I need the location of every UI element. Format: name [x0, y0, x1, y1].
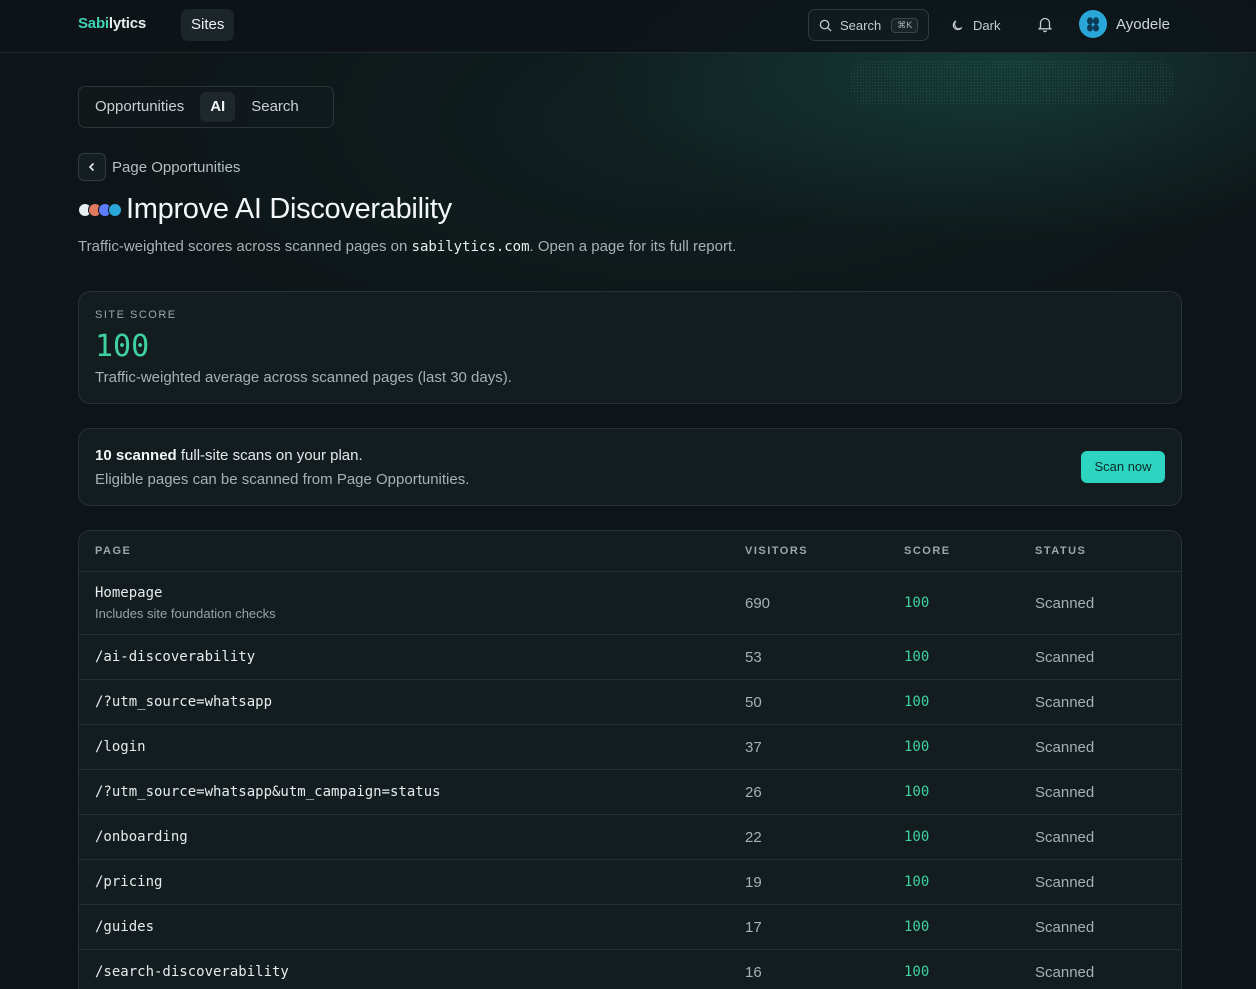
search-shortcut: ⌘K [891, 17, 919, 33]
scan-status: Scanned [1035, 873, 1095, 891]
table-row[interactable]: /search-discoverability 16 100 Scanned [79, 950, 1181, 989]
scan-status: Scanned [1035, 738, 1095, 756]
table-row[interactable]: /login 37 100 Scanned [79, 725, 1181, 770]
page-path: /pricing [95, 873, 163, 890]
tab-ai[interactable]: AI [200, 92, 236, 122]
sites-button[interactable]: Sites [181, 9, 235, 41]
page-subtitle: Traffic-weighted scores across scanned p… [78, 238, 737, 255]
table-row[interactable]: Homepage Includes site foundation checks 6… [79, 572, 1181, 635]
page-score: 100 [904, 918, 930, 935]
page-path: /?utm_source=whatsapp&utm_campaign=statu… [95, 783, 441, 800]
site-domain: sabilytics.com [411, 239, 530, 255]
visitors-count: 17 [745, 918, 762, 936]
column-header-score[interactable]: SCORE [904, 545, 951, 557]
visitors-count: 19 [745, 873, 762, 891]
scan-status: Scanned [1035, 828, 1095, 846]
scan-status: Scanned [1035, 963, 1095, 981]
table-row[interactable]: /pricing 19 100 Scanned [79, 860, 1181, 905]
app-logo[interactable]: Sabilytics [78, 15, 146, 32]
page-path: /search-discoverability [95, 963, 289, 980]
visitors-count: 26 [745, 783, 762, 801]
page-score: 100 [904, 828, 930, 845]
breadcrumb: Page Opportunities [78, 153, 240, 181]
site-score-description: Traffic-weighted average across scanned … [95, 369, 512, 386]
page-path: /?utm_source=whatsapp [95, 693, 273, 710]
back-link-label[interactable]: Page Opportunities [112, 159, 240, 176]
table-row[interactable]: /onboarding 22 100 Scanned [79, 815, 1181, 860]
top-navigation-bar: Sabilytics Sites Search ⌘K Dark Ayodele [0, 0, 1256, 53]
visitors-count: 37 [745, 738, 762, 756]
ai-assistants-icons [78, 202, 122, 217]
page-score: 100 [904, 963, 930, 980]
page-path: Homepage [95, 585, 163, 601]
column-header-page[interactable]: PAGE [95, 545, 131, 557]
scan-status: Scanned [1035, 918, 1095, 936]
scan-status: Scanned [1035, 693, 1095, 711]
scan-status: Scanned [1035, 648, 1095, 666]
visitors-count: 690 [745, 594, 771, 612]
page-path: /onboarding [95, 828, 188, 845]
page-path: /ai-discoverability [95, 648, 256, 665]
column-header-status[interactable]: STATUS [1035, 545, 1086, 557]
page-header: Improve AI Discoverability [78, 193, 452, 226]
search-label: Search [840, 17, 882, 33]
page-score: 100 [904, 594, 930, 611]
user-menu[interactable]: Ayodele [1079, 10, 1170, 38]
table-row[interactable]: /guides 17 100 Scanned [79, 905, 1181, 950]
scan-now-button[interactable]: Scan now [1081, 451, 1165, 483]
plan-scans-note: Eligible pages can be scanned from Page … [95, 471, 470, 488]
scan-status: Scanned [1035, 594, 1095, 612]
visitors-count: 16 [745, 963, 762, 981]
page-score: 100 [904, 693, 930, 710]
page-score: 100 [904, 783, 930, 800]
plan-scans-card: 10 scanned full-site scans on your plan.… [78, 428, 1182, 506]
search-button[interactable]: Search ⌘K [808, 9, 929, 41]
visitors-count: 50 [745, 693, 762, 711]
gemini-icon [108, 202, 122, 217]
chevron-left-icon [88, 162, 95, 172]
table-row[interactable]: /ai-discoverability 53 100 Scanned [79, 635, 1181, 680]
tab-search[interactable]: Search [241, 92, 309, 122]
site-score-label: SITE SCORE [95, 309, 177, 321]
search-icon [819, 19, 832, 32]
page-score: 100 [904, 648, 930, 665]
page-note: Includes site foundation checks [95, 606, 276, 621]
table-row[interactable]: /?utm_source=whatsapp&utm_campaign=statu… [79, 770, 1181, 815]
page-score: 100 [904, 873, 930, 890]
table-row[interactable]: /?utm_source=whatsapp 50 100 Scanned [79, 680, 1181, 725]
page-title: Improve AI Discoverability [126, 193, 452, 225]
user-name: Ayodele [1116, 15, 1170, 33]
page-path: /guides [95, 918, 155, 935]
avatar [1079, 10, 1107, 38]
theme-label: Dark [973, 17, 1001, 33]
visitors-count: 22 [745, 828, 762, 846]
plan-scans-summary: 10 scanned full-site scans on your plan. [95, 447, 363, 464]
tab-opportunities[interactable]: Opportunities [85, 92, 194, 122]
site-score-value: 100 [95, 329, 150, 364]
visitors-count: 53 [745, 648, 762, 666]
site-score-card: SITE SCORE 100 Traffic-weighted average … [78, 291, 1182, 404]
notifications-bell-icon[interactable] [1036, 15, 1054, 33]
section-tabs: Opportunities AI Search [78, 86, 334, 128]
back-button[interactable] [78, 153, 106, 181]
moon-icon [952, 20, 963, 31]
scan-status: Scanned [1035, 783, 1095, 801]
column-header-visitors[interactable]: VISITORS [745, 545, 808, 557]
header-glow-pattern [850, 60, 1175, 106]
theme-toggle-button[interactable]: Dark [952, 9, 1000, 41]
page-score: 100 [904, 738, 930, 755]
page-path: /login [95, 738, 146, 755]
pages-table: PAGE VISITORS SCORE STATUS Homepage Inclu… [78, 530, 1182, 989]
